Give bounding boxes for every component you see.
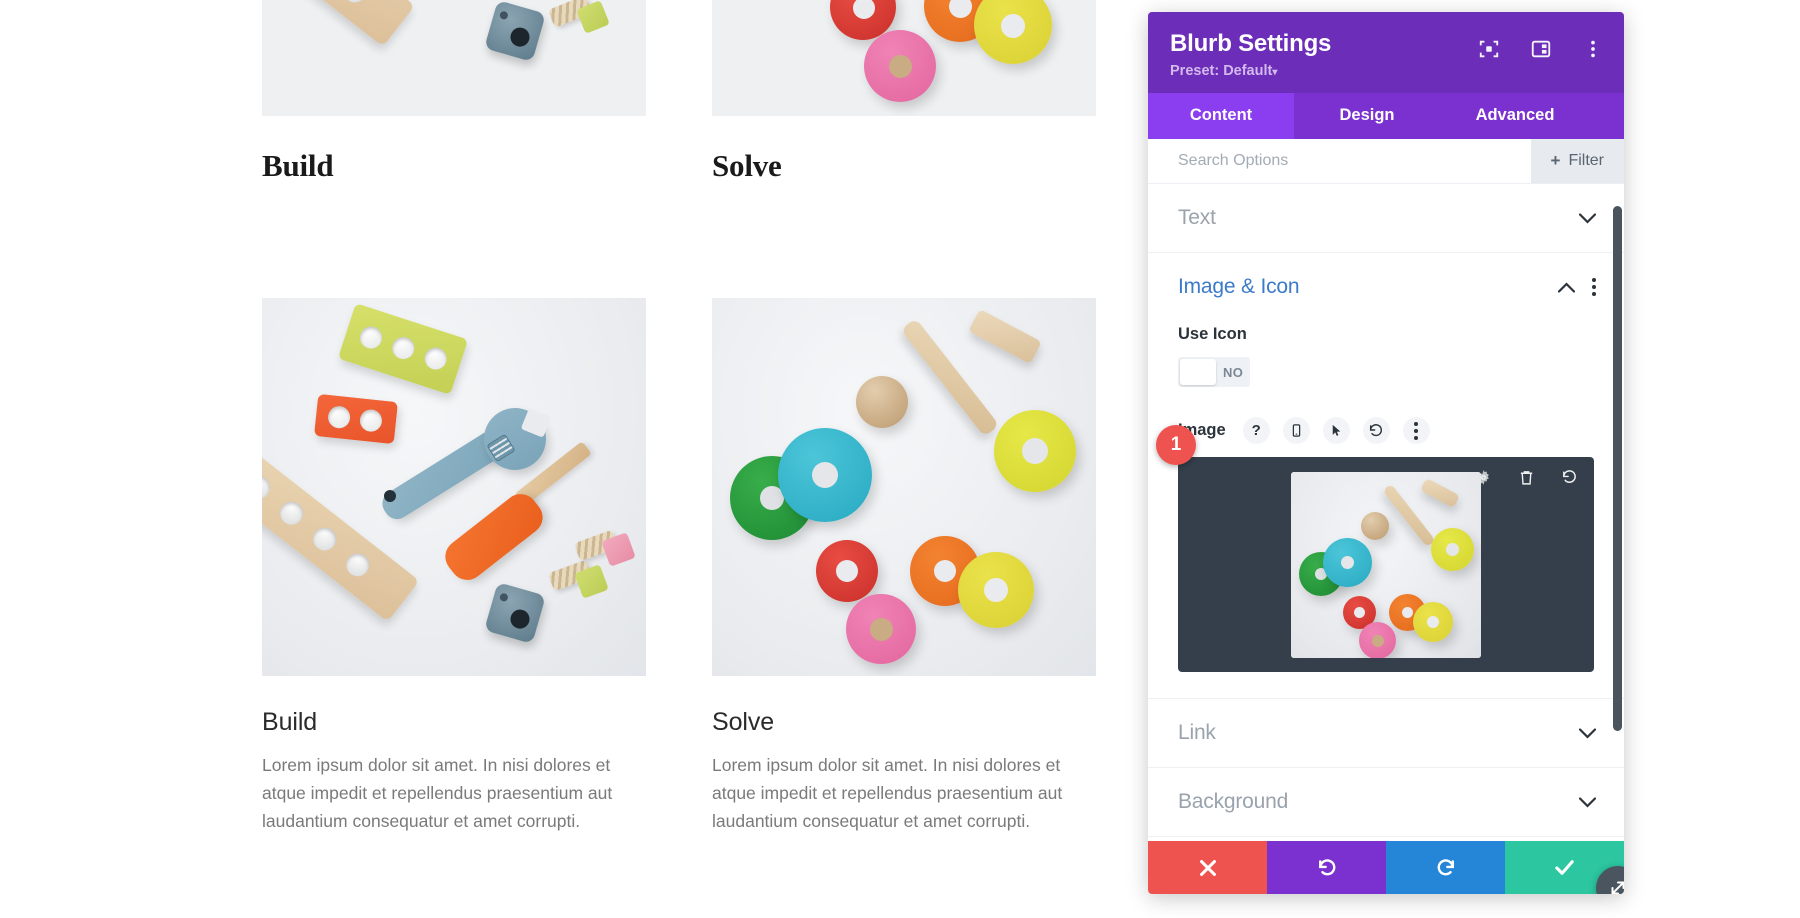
preset-label: Preset: Default [1170, 63, 1273, 79]
plus-icon: + [1550, 151, 1561, 170]
search-input[interactable] [1148, 139, 1531, 183]
build-heading: Build [262, 708, 318, 736]
build-photo [262, 298, 646, 676]
solve-top-heading: Solve [712, 148, 782, 183]
panel-header-icons [1478, 38, 1604, 60]
toggle-knob [1180, 359, 1216, 385]
use-icon-label: Use Icon [1178, 325, 1247, 343]
section-background-label: Background [1178, 790, 1289, 813]
check-icon [1555, 860, 1574, 875]
image-thumbnail [1291, 471, 1481, 658]
chevron-down-icon [1579, 212, 1596, 224]
blurb-build: Build Lorem ipsum dolor sit amet. In nis… [262, 298, 646, 835]
panel-tabs: Content Design Advanced [1148, 93, 1624, 139]
section-text[interactable]: Text [1148, 184, 1624, 253]
page-canvas: Build Solve Build Lorem ipsum dolor sit … [0, 0, 1180, 918]
solve-body-text: Lorem ipsum dolor sit amet. In nisi dolo… [712, 755, 1063, 831]
more-vertical-icon[interactable] [1591, 278, 1596, 296]
tab-content[interactable]: Content [1148, 93, 1294, 139]
cancel-button[interactable] [1148, 841, 1267, 894]
solve-photo [712, 298, 1096, 676]
section-background[interactable]: Background [1148, 768, 1624, 837]
focus-target-icon[interactable] [1478, 38, 1500, 60]
redo-button[interactable] [1386, 841, 1505, 894]
panel-scrollbar[interactable] [1613, 206, 1622, 731]
use-icon-toggle[interactable]: NO [1178, 357, 1250, 387]
solve-heading: Solve [712, 708, 775, 736]
filter-button[interactable]: + Filter [1530, 139, 1624, 183]
reset-undo-icon[interactable] [1362, 417, 1390, 444]
blurb-column-build-top: Build [262, 0, 646, 184]
blurb-column-solve-top: Solve [712, 0, 1096, 184]
build-photo-top [262, 0, 646, 116]
trash-icon[interactable] [1518, 469, 1535, 486]
resize-diagonal-icon [1611, 881, 1624, 894]
close-x-icon [1199, 859, 1216, 876]
section-text-toggle[interactable] [1579, 212, 1596, 224]
responsive-mobile-icon[interactable] [1282, 417, 1310, 444]
chevron-down-icon: ▾ [1272, 67, 1278, 78]
tab-design[interactable]: Design [1294, 93, 1440, 139]
section-background-toggle[interactable] [1579, 796, 1596, 808]
panel-body: Text Image & Icon Use Icon NO Image ? 1 … [1148, 184, 1624, 841]
panel-header: Blurb Settings Preset: Default▾ [1148, 12, 1624, 93]
more-vertical-icon[interactable] [1582, 38, 1604, 60]
section-link[interactable]: Link [1148, 699, 1624, 768]
undo-button[interactable] [1267, 841, 1386, 894]
settings-scroll-area[interactable]: Text Image & Icon Use Icon NO Image ? 1 … [1148, 184, 1624, 841]
image-field-row: Image ? [1178, 417, 1594, 444]
solve-photo-top [712, 0, 1096, 116]
section-image-icon-controls [1558, 278, 1596, 296]
layout-panel-icon[interactable] [1530, 38, 1552, 60]
more-vertical-icon[interactable] [1402, 417, 1430, 444]
section-link-toggle[interactable] [1579, 727, 1596, 739]
section-image-icon-label: Image & Icon [1178, 275, 1300, 298]
image-icon-section-body: Use Icon NO Image ? 1 [1148, 305, 1624, 699]
chevron-down-icon [1579, 796, 1596, 808]
blurb-solve: Solve Lorem ipsum dolor sit amet. In nis… [712, 298, 1096, 835]
image-preview-actions [1475, 469, 1578, 486]
image-upload-preview[interactable]: 1 [1156, 425, 1594, 672]
use-icon-toggle-value: NO [1223, 364, 1244, 380]
reset-undo-icon[interactable] [1561, 469, 1578, 486]
step-badge: 1 [1156, 425, 1196, 465]
section-image-icon[interactable]: Image & Icon [1148, 253, 1624, 305]
build-top-heading: Build [262, 148, 334, 183]
filter-button-label: Filter [1568, 152, 1604, 169]
tab-advanced[interactable]: Advanced [1440, 93, 1590, 139]
blurb-settings-panel: Blurb Settings Preset: Default▾ Content … [1148, 12, 1624, 894]
hover-cursor-icon[interactable] [1322, 417, 1350, 444]
section-text-label: Text [1178, 206, 1216, 229]
preset-selector[interactable]: Preset: Default▾ [1170, 63, 1602, 79]
redo-icon [1437, 858, 1454, 875]
help-icon[interactable]: ? [1242, 417, 1270, 444]
build-body-text: Lorem ipsum dolor sit amet. In nisi dolo… [262, 755, 613, 831]
section-link-label: Link [1178, 721, 1216, 744]
undo-icon [1318, 858, 1335, 875]
chevron-up-icon[interactable] [1558, 281, 1575, 293]
panel-footer [1148, 841, 1624, 894]
search-bar: + Filter [1148, 139, 1624, 184]
chevron-down-icon [1579, 727, 1596, 739]
screen: Build Solve Build Lorem ipsum dolor sit … [0, 0, 1800, 918]
